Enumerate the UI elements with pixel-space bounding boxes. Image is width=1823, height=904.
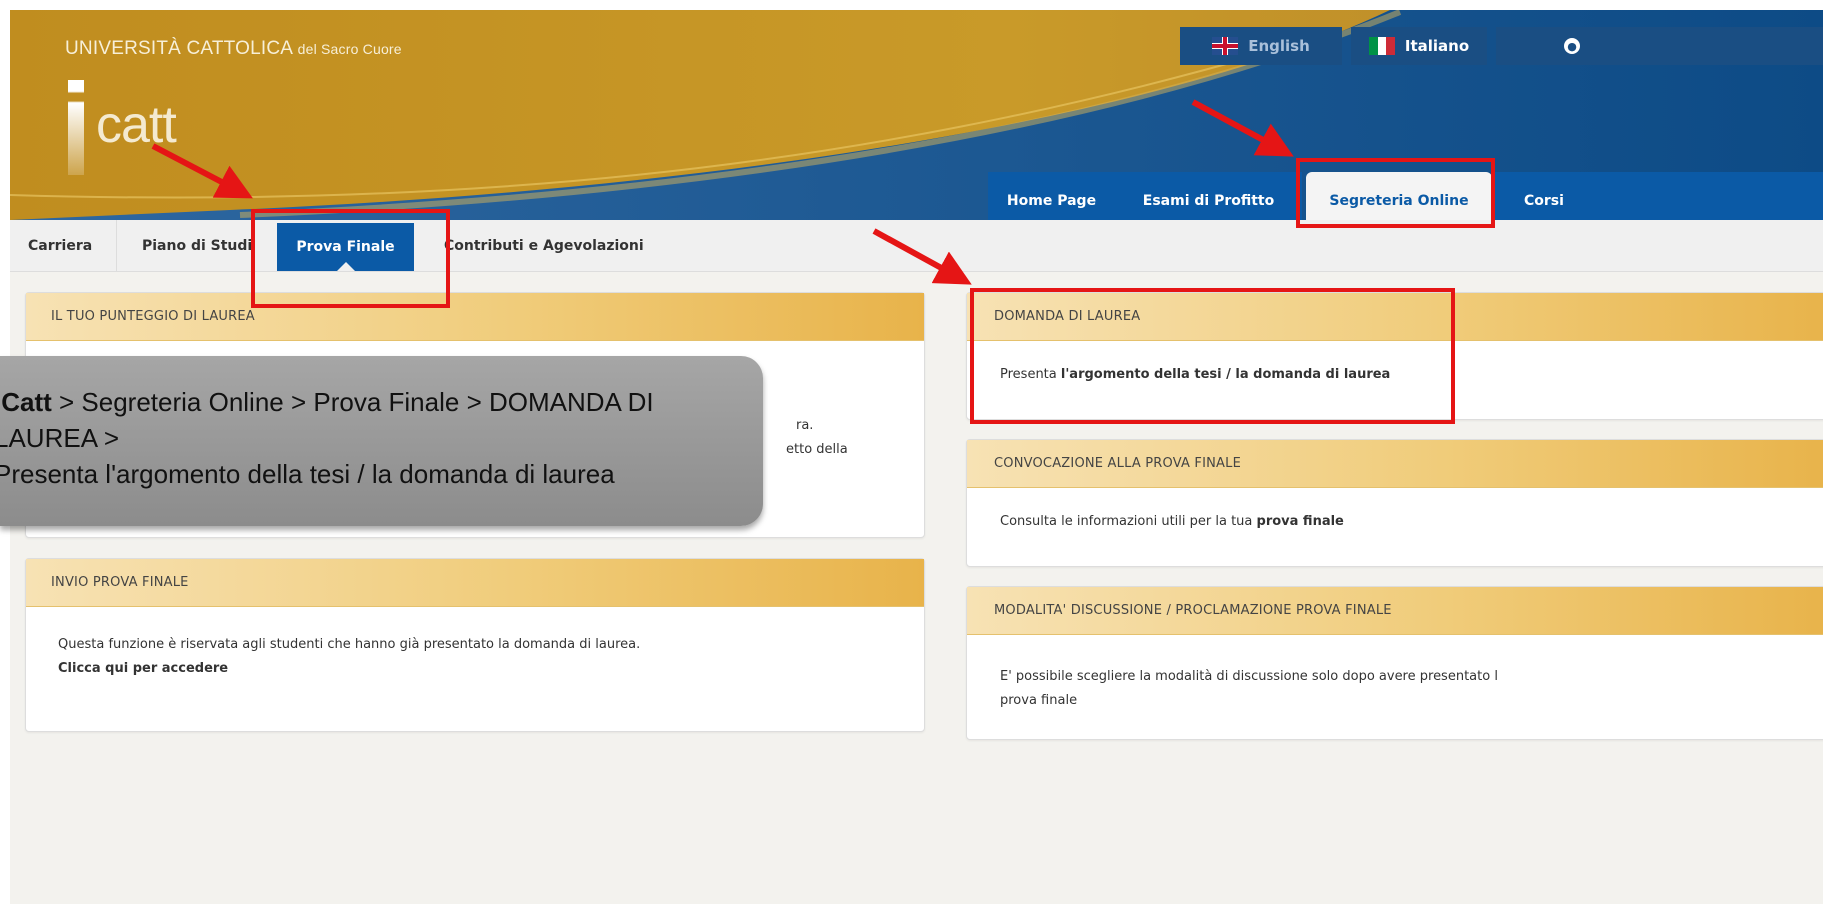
logo-text[interactable]: catt [96,95,177,155]
panel-text: Consulta le informazioni utili per la tu… [1000,514,1257,529]
subtab-piano-di-studi[interactable]: Piano di Studi [117,220,269,271]
panel-text: E' possibile scegliere la modalità di di… [1000,669,1498,684]
callout-text: > Segreteria Online > Prova Finale > DOM… [51,387,654,417]
logo-mark [68,80,84,175]
panel-title: INVIO PROVA FINALE [26,559,924,607]
highlight-domanda-di-laurea [970,288,1455,424]
panel-invio-prova-finale: INVIO PROVA FINALE Questa funzione è ris… [25,558,925,732]
italy-flag-icon [1368,37,1395,55]
user-icon: ● [1564,38,1580,54]
panel-text: prova finale [1000,693,1078,708]
navigation-path-callout: iCatt > Segreteria Online > Prova Finale… [0,356,763,526]
panel-text-fragment: ra. [796,418,814,433]
access-link[interactable]: Clicca qui per accedere [58,661,228,676]
user-menu-button[interactable]: ● [1496,27,1823,65]
panel-title: CONVOCAZIONE ALLA PROVA FINALE [967,440,1823,488]
language-italiano-button[interactable]: Italiano [1351,27,1487,65]
callout-text: LAUREA > [0,423,120,453]
panel-modalita-discussione: MODALITA' DISCUSSIONE / PROCLAMAZIONE PR… [966,586,1823,740]
highlight-prova-finale [251,209,450,308]
subtab-contributi[interactable]: Contributi e Agevolazioni [440,220,700,271]
callout-text: Presenta l'argomento della tesi / la dom… [0,459,615,489]
panel-text: Questa funzione è riservata agli student… [58,637,641,652]
panel-text-fragment: etto della [786,442,848,457]
panel-convocazione: CONVOCAZIONE ALLA PROVA FINALE Consulta … [966,439,1823,567]
callout-bold-text: iCatt [0,387,52,417]
language-english-button[interactable]: English [1180,27,1342,65]
highlight-segreteria-online [1296,158,1495,228]
university-name: UNIVERSITÀ CATTOLICA del Sacro Cuore [65,38,402,59]
panel-title: MODALITA' DISCUSSIONE / PROCLAMAZIONE PR… [967,587,1823,635]
uk-flag-icon [1212,37,1239,55]
subtab-carriera[interactable]: Carriera [10,220,117,271]
panel-title: IL TUO PUNTEGGIO DI LAUREA [26,293,924,341]
prova-finale-link[interactable]: prova finale [1257,514,1344,529]
